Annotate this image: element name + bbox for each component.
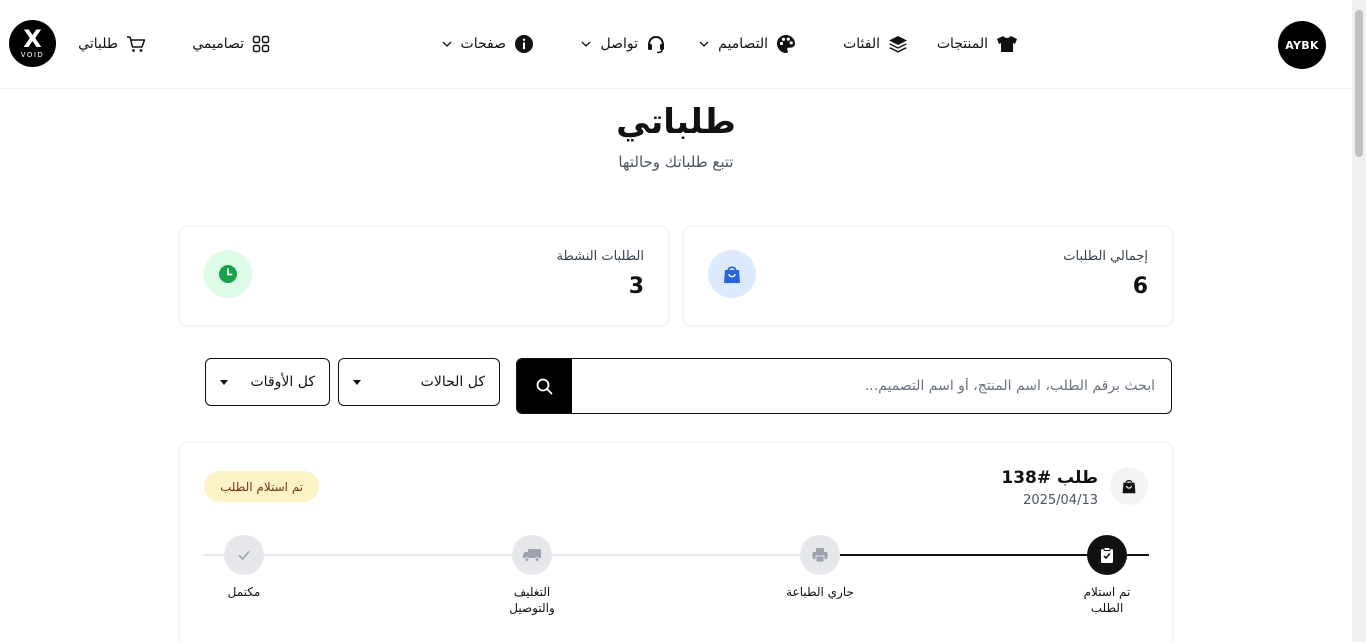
step-completed-line1: مكتمل	[227, 585, 261, 599]
active-orders-label: الطلبات النشطة	[556, 249, 644, 264]
total-orders-card: إجمالي الطلبات 6	[683, 226, 1173, 326]
my-designs-link[interactable]: تصاميمي	[192, 32, 270, 56]
step-completed	[224, 535, 264, 575]
caret-down-icon	[353, 379, 361, 385]
order-card[interactable]: طلب #138 2025/04/13 تم استلام الطلب تم ا…	[179, 442, 1173, 642]
truck-icon	[523, 549, 541, 562]
void-logo-mark: X	[23, 25, 42, 53]
total-orders-value: 6	[1132, 274, 1148, 299]
shopping-bag-icon	[1110, 467, 1148, 505]
nav-pages-label: صفحات	[460, 36, 506, 52]
status-filter-value: كل الحالات	[420, 374, 485, 390]
time-filter-value: كل الأوقات	[250, 374, 316, 390]
step-received-label: تم استلام الطلب	[1062, 584, 1152, 616]
nav-products[interactable]: المنتجات	[937, 32, 1018, 56]
nav-designs[interactable]: التصاميم	[698, 32, 796, 56]
nav-products-label: المنتجات	[936, 36, 988, 52]
step-shipping-label: التغليف والتوصيل	[487, 584, 577, 616]
order-date: 2025/04/13	[1023, 493, 1098, 508]
my-designs-label: تصاميمي	[192, 36, 244, 52]
step-shipping	[512, 535, 552, 575]
nav-designs-label: التصاميم	[718, 36, 768, 52]
headset-icon	[648, 35, 664, 54]
layers-icon	[889, 36, 907, 53]
search-bar	[516, 358, 1172, 414]
caret-down-icon	[220, 379, 228, 385]
order-number: طلب #138	[1001, 468, 1098, 488]
clock-icon	[204, 250, 252, 298]
chevron-down-icon	[582, 41, 591, 47]
top-navbar: AYBK المنتجات الفئات التصاميم تواصل صفحا…	[0, 0, 1352, 89]
void-logo-text: VOID	[20, 51, 45, 59]
nav-categories-label: الفئات	[843, 36, 880, 52]
info-icon	[515, 35, 533, 53]
my-orders-link[interactable]: طلباتي	[78, 32, 146, 56]
search-button[interactable]	[517, 359, 572, 413]
palette-icon	[777, 35, 795, 53]
step-received	[1087, 535, 1127, 575]
chevron-down-icon	[699, 41, 709, 47]
status-filter-select[interactable]: كل الحالات	[338, 358, 500, 406]
step-received-line2: الطلب	[1090, 601, 1124, 615]
nav-pages[interactable]: صفحات	[441, 32, 534, 56]
nav-contact[interactable]: تواصل	[580, 32, 666, 56]
page-title: طلباتي	[616, 102, 736, 142]
grid-icon	[252, 35, 270, 53]
clipboard-check-icon	[1101, 547, 1113, 563]
page-scrollbar[interactable]	[1352, 0, 1366, 642]
step-completed-label: مكتمل	[199, 584, 289, 600]
scrollbar-thumb[interactable]	[1355, 10, 1363, 157]
aybk-logo[interactable]: AYBK	[1278, 21, 1326, 69]
tshirt-icon	[997, 36, 1017, 52]
time-filter-select[interactable]: كل الأوقات	[205, 358, 330, 406]
cart-icon	[127, 36, 146, 52]
nav-contact-label: تواصل	[600, 36, 638, 52]
check-icon	[238, 550, 250, 561]
shopping-bag-icon	[708, 250, 756, 298]
search-icon	[536, 378, 553, 394]
page-subtitle: تتبع طلباتك وحالتها	[618, 153, 734, 171]
search-input[interactable]	[572, 359, 1171, 413]
step-printing-label: جاري الطباعة	[775, 584, 865, 600]
total-orders-label: إجمالي الطلبات	[1063, 249, 1148, 264]
printer-icon	[812, 548, 828, 563]
step-shipping-line2: والتوصيل	[509, 601, 555, 615]
void-logo[interactable]: X VOID	[9, 20, 56, 67]
active-orders-card: الطلبات النشطة 3	[179, 226, 669, 326]
nav-categories[interactable]: الفئات	[843, 32, 908, 56]
step-shipping-line1: التغليف	[513, 585, 551, 599]
step-received-line1: تم استلام	[1083, 585, 1131, 599]
my-orders-label: طلباتي	[78, 36, 118, 52]
step-printing	[800, 535, 840, 575]
step-printing-line1: جاري الطباعة	[786, 585, 854, 599]
status-badge: تم استلام الطلب	[204, 471, 320, 502]
active-orders-value: 3	[628, 274, 644, 299]
chevron-down-icon	[442, 41, 452, 47]
aybk-logo-text: AYBK	[1285, 38, 1319, 52]
